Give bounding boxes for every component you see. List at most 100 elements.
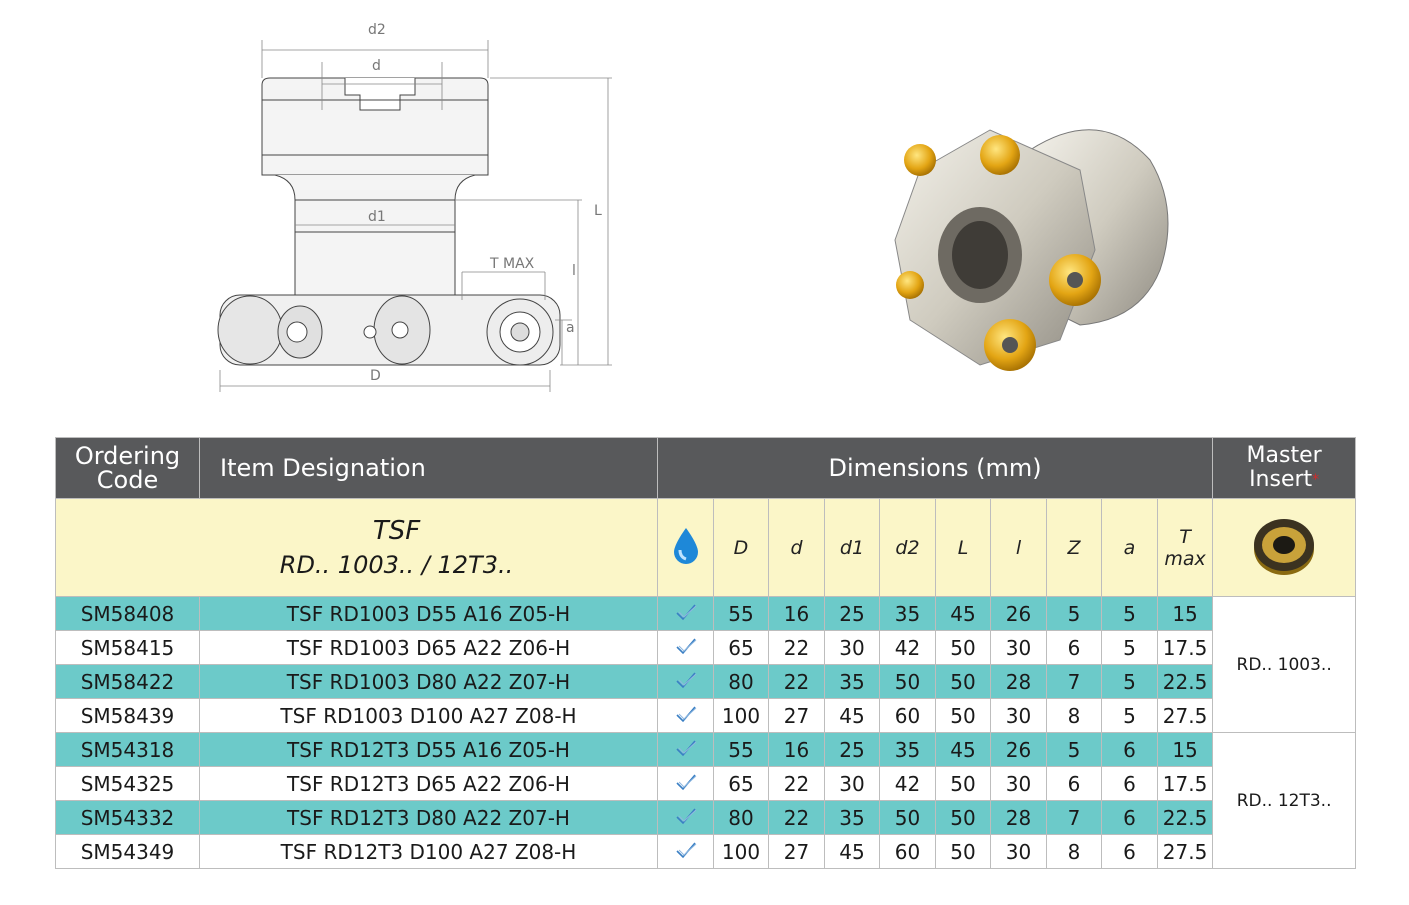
item-designation: TSF RD1003 D100 A27 Z08-H (199, 698, 658, 733)
coolant-cell (657, 498, 714, 597)
dim-value: 7 (1046, 664, 1102, 699)
check-icon (675, 603, 696, 620)
dim-value: 50 (935, 800, 991, 835)
dim-value: 6 (1101, 732, 1158, 767)
check-icon (675, 739, 696, 756)
dim-value: 65 (713, 630, 769, 665)
dim-value: 6 (1101, 834, 1158, 869)
dim-value: 30 (824, 630, 880, 665)
dim-value: 6 (1101, 766, 1158, 801)
coolant-check (657, 698, 714, 733)
dim-value: 7 (1046, 800, 1102, 835)
check-icon (675, 773, 696, 790)
milling-cutter-image (894, 129, 1169, 371)
ordering-code: SM58422 (55, 664, 200, 699)
table-row: SM58422 TSF RD1003 D80 A22 Z07-H 80 22 35 50 5… (55, 664, 1356, 699)
dim-value: 55 (713, 596, 769, 631)
dim-value: 22 (768, 766, 825, 801)
label-tmax: T MAX (489, 256, 535, 272)
master-insert-image (1212, 498, 1357, 597)
coolant-check (657, 834, 714, 869)
dim-value: 26 (990, 732, 1047, 767)
series-name: TSF (372, 515, 421, 546)
dim-value: 5 (1101, 664, 1158, 699)
label-l: l (572, 263, 576, 279)
dim-value: 16 (768, 732, 825, 767)
dim-value: 27 (768, 698, 825, 733)
dim-value: 17.5 (1156, 766, 1214, 801)
dim-value: 30 (990, 766, 1047, 801)
dim-value: 50 (879, 800, 936, 835)
ordering-code: SM54318 (55, 732, 200, 767)
label-d: d (372, 58, 381, 74)
coolant-check (657, 766, 714, 801)
spec-table: Ordering Code Item Designation Dimensions… (55, 437, 1357, 869)
dim-value: 30 (990, 834, 1047, 869)
dim-value: 50 (935, 630, 991, 665)
coolant-check (657, 732, 714, 767)
table-row: SM54325 TSF RD12T3 D65 A22 Z06-H 65 22 30 42 5… (55, 766, 1356, 801)
check-icon (675, 637, 696, 654)
dim-value: 16 (768, 596, 825, 631)
dim-value: 30 (990, 698, 1047, 733)
dim-value: 26 (990, 596, 1047, 631)
dim-value: 80 (713, 800, 769, 835)
dim-value: 22.5 (1156, 800, 1214, 835)
dim-value: 25 (824, 732, 880, 767)
coolant-check (657, 630, 714, 665)
dim-value: 35 (824, 800, 880, 835)
item-designation: TSF RD12T3 D65 A22 Z06-H (199, 766, 658, 801)
dim-value: 22 (768, 800, 825, 835)
coolant-check (657, 596, 714, 631)
dim-value: 42 (879, 766, 936, 801)
item-designation: TSF RD1003 D65 A22 Z06-H (199, 630, 658, 665)
item-designation: TSF RD1003 D55 A16 Z05-H (199, 596, 658, 631)
dim-value: 42 (879, 630, 936, 665)
dim-value: 50 (935, 834, 991, 869)
ordering-code: SM58415 (55, 630, 200, 665)
dim-value: 45 (824, 834, 880, 869)
dim-value: 100 (713, 698, 769, 733)
dim-value: 27 (768, 834, 825, 869)
col-d: d (768, 498, 825, 597)
table-row: SM58408 TSF RD1003 D55 A16 Z05-H 55 16 25 35 4… (55, 596, 1357, 733)
check-icon (675, 705, 696, 722)
label-a: a (566, 320, 575, 336)
dim-value: 27.5 (1156, 698, 1214, 733)
table-row: SM58439 TSF RD1003 D100 A27 Z08-H 100 27 45 6… (55, 698, 1356, 733)
dim-value: 60 (879, 834, 936, 869)
item-designation: TSF RD1003 D80 A22 Z07-H (199, 664, 658, 699)
dim-value: 22 (768, 664, 825, 699)
dim-value: 45 (824, 698, 880, 733)
dim-value: 45 (935, 596, 991, 631)
dim-value: 5 (1046, 732, 1102, 767)
label-L: L (594, 203, 602, 219)
dim-value: 28 (990, 664, 1047, 699)
dim-value: 35 (879, 732, 936, 767)
col-a: a (1101, 498, 1158, 597)
dim-value: 22 (768, 630, 825, 665)
dim-value: 100 (713, 834, 769, 869)
col-d2: d2 (879, 498, 936, 597)
master-insert-label: RD.. 12T3.. (1212, 732, 1357, 869)
item-designation: TSF RD12T3 D80 A22 Z07-H (199, 800, 658, 835)
technical-drawing: d2 d d1 T MAX L l a D (217, 22, 612, 392)
dim-value: 5 (1101, 596, 1158, 631)
series-inserts: RD.. 1003.. / 12T3.. (279, 550, 514, 579)
ordering-code: SM58408 (55, 596, 200, 631)
dim-value: 80 (713, 664, 769, 699)
dim-value: 15 (1156, 732, 1214, 767)
ordering-code: SM58439 (55, 698, 200, 733)
dim-value: 8 (1046, 698, 1102, 733)
check-icon (675, 671, 696, 688)
series-cell: TSF RD.. 1003.. / 12T3.. (55, 498, 658, 597)
col-D: D (713, 498, 769, 597)
dim-value: 17.5 (1156, 630, 1214, 665)
check-icon (675, 807, 696, 824)
header-dimensions: Dimensions (mm) (656, 437, 1214, 499)
check-icon (675, 841, 696, 858)
col-Z: Z (1046, 498, 1102, 597)
header-ordering-code: Ordering Code (55, 437, 200, 499)
dim-value: 27.5 (1156, 834, 1214, 869)
dim-value: 25 (824, 596, 880, 631)
